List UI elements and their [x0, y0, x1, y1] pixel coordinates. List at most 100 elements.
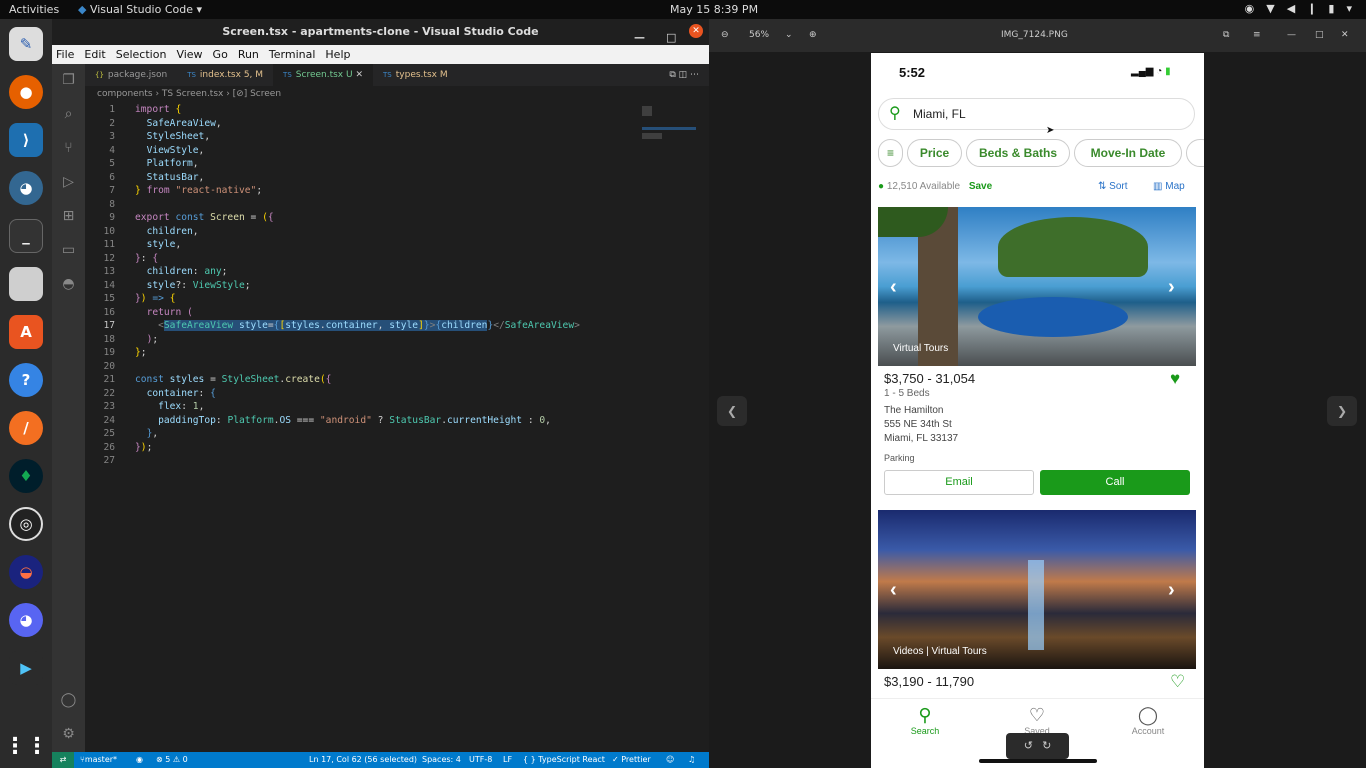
menu-edit[interactable]: Edit — [84, 45, 105, 64]
favorite-heart-icon[interactable]: ♥ — [1170, 369, 1180, 389]
volume-icon[interactable]: ◀ — [1287, 2, 1295, 15]
activities-button[interactable]: Activities — [9, 3, 59, 16]
docker-icon[interactable]: ◓ — [60, 276, 77, 293]
previous-image-icon[interactable]: ❮ — [717, 396, 747, 426]
menu-go[interactable]: Go — [213, 45, 228, 64]
encoding[interactable]: UTF-8 — [469, 752, 492, 768]
search-bar[interactable]: ⚲ Miami, FL — [878, 98, 1195, 130]
favorite-heart-outline-icon[interactable]: ♡ — [1170, 672, 1185, 692]
menu-selection[interactable]: Selection — [116, 45, 167, 64]
explorer-icon[interactable]: ❐ — [60, 72, 77, 89]
help-icon[interactable]: ? — [9, 363, 43, 397]
zoom-in-icon[interactable]: ⊕ — [809, 30, 817, 40]
live-share-icon[interactable]: ◉ — [136, 752, 143, 768]
problems-indicator[interactable]: ⊗ 5 ⚠ 0 — [156, 752, 188, 768]
tab-types-tsx[interactable]: TS types.tsx M — [373, 64, 458, 86]
show-applications-icon[interactable]: ⋮⋮ — [4, 729, 48, 763]
search-icon[interactable]: ⌕ — [60, 106, 77, 123]
postgres-icon[interactable]: ◕ — [9, 171, 43, 205]
postman-icon[interactable]: / — [9, 411, 43, 445]
call-button[interactable]: Call — [1040, 470, 1190, 495]
filters-button[interactable]: ≡ — [878, 139, 903, 167]
mongodb-compass-icon[interactable]: ♦ — [9, 459, 43, 493]
remote-icon[interactable]: ⇄ — [52, 752, 74, 768]
menu-terminal[interactable]: Terminal — [269, 45, 316, 64]
system-tray[interactable]: ◉ ▼ ◀ ❙ ▮ ▾ — [1245, 2, 1352, 15]
zoom-out-icon[interactable]: ⊖ — [721, 30, 729, 40]
maximize-icon[interactable]: □ — [666, 25, 676, 51]
breadcrumb[interactable]: components › TS Screen.tsx › [⊘] Screen — [85, 86, 709, 103]
editor-actions[interactable]: ⧉ ◫ ⋯ — [659, 64, 709, 86]
listing-card[interactable]: ‹ › Virtual Tours $3,750 - 31,054 ♥ 1 - … — [878, 207, 1196, 503]
close-icon[interactable]: ✕ — [689, 24, 703, 38]
branch-indicator[interactable]: ⑂ master* — [80, 752, 117, 768]
tab-package-json[interactable]: {} package.json — [85, 64, 177, 86]
end-of-line[interactable]: LF — [503, 752, 512, 768]
battery-icon[interactable]: ▮ — [1328, 2, 1334, 15]
viewer-maximize-icon[interactable]: □ — [1315, 30, 1324, 40]
software-center-icon[interactable]: A — [9, 315, 43, 349]
feedback-icon[interactable]: ☺ — [666, 752, 674, 768]
photo-next-icon[interactable]: › — [1168, 276, 1175, 299]
update-icon[interactable]: ◉ — [1245, 2, 1255, 15]
filter-price[interactable]: Price — [907, 139, 962, 167]
remote-explorer-icon[interactable]: ▭ — [60, 242, 77, 259]
photo-next-icon[interactable]: › — [1168, 579, 1175, 602]
mic-icon[interactable]: ❙ — [1307, 2, 1316, 15]
menu-view[interactable]: View — [176, 45, 202, 64]
minimap[interactable] — [640, 104, 698, 164]
listing-photo[interactable]: ‹ › Virtual Tours — [878, 207, 1196, 366]
listing-card[interactable]: ‹ › Videos | Virtual Tours $3,190 - 11,7… — [878, 510, 1196, 703]
save-search-link[interactable]: Save — [969, 181, 992, 192]
audio-recorder-icon[interactable]: ◒ — [9, 555, 43, 589]
discord-icon[interactable]: ◕ — [9, 603, 43, 637]
vscode-icon[interactable]: ⟩ — [9, 123, 43, 157]
power-icon[interactable]: ▾ — [1346, 2, 1352, 15]
source-control-icon[interactable]: ⑂ — [60, 140, 77, 157]
clock[interactable]: May 15 8:39 PM — [670, 3, 758, 16]
rotate-left-icon[interactable]: ↺ — [1024, 740, 1033, 752]
extensions-icon[interactable]: ⊞ — [60, 208, 77, 225]
tab-search[interactable]: ⚲ Search — [895, 705, 955, 736]
text-editor-icon[interactable]: ✎ — [9, 27, 43, 61]
account-icon[interactable]: ◯ — [60, 692, 77, 709]
mpv-icon[interactable]: ▶ — [9, 651, 43, 685]
language-mode[interactable]: { } TypeScript React — [523, 752, 605, 768]
photo-prev-icon[interactable]: ‹ — [890, 276, 897, 299]
zoom-level[interactable]: 56% — [749, 30, 769, 40]
listing-photo[interactable]: ‹ › Videos | Virtual Tours — [878, 510, 1196, 669]
viewer-close-icon[interactable]: ✕ — [1341, 30, 1349, 40]
filter-beds-baths[interactable]: Beds & Baths — [966, 139, 1070, 167]
viewer-minimize-icon[interactable]: — — [1287, 30, 1296, 40]
tab-screen-tsx[interactable]: TS Screen.tsx U ✕ — [273, 64, 374, 86]
filter-move-in-date[interactable]: Move-In Date — [1074, 139, 1182, 167]
wifi-icon[interactable]: ▼ — [1266, 2, 1274, 15]
firefox-icon[interactable]: ● — [9, 75, 43, 109]
files-icon[interactable] — [9, 267, 43, 301]
photo-prev-icon[interactable]: ‹ — [890, 579, 897, 602]
zoom-dropdown-icon[interactable]: ⌄ — [785, 30, 793, 40]
code-editor[interactable]: 1 2 3 4 5 6 7 8 9 10 11 12 13 14 15 16 17 18 19 20 21 22 23 24 2… — [85, 104, 655, 524]
close-tab-icon[interactable]: ✕ — [355, 70, 363, 80]
rotate-right-icon[interactable]: ↻ — [1042, 740, 1051, 752]
prettier-status[interactable]: ✓ Prettier — [612, 752, 651, 768]
settings-gear-icon[interactable]: ⚙ — [60, 726, 77, 743]
cursor-position[interactable]: Ln 17, Col 62 (56 selected) — [309, 752, 417, 768]
tab-saved[interactable]: ♡ Saved — [1007, 705, 1067, 736]
run-debug-icon[interactable]: ▷ — [60, 174, 77, 191]
notifications-icon[interactable]: ♫ — [688, 752, 695, 768]
sort-button[interactable]: ⇅ Sort — [1098, 181, 1128, 192]
menu-help[interactable]: Help — [325, 45, 350, 64]
menu-run[interactable]: Run — [238, 45, 259, 64]
filter-more[interactable] — [1186, 139, 1204, 167]
terminal-icon[interactable]: _ — [9, 219, 43, 253]
email-button[interactable]: Email — [884, 470, 1034, 495]
viewer-menu-icon[interactable]: ≡ — [1253, 30, 1261, 40]
obs-icon[interactable]: ◎ — [9, 507, 43, 541]
map-button[interactable]: ▥ Map — [1153, 181, 1185, 192]
gallery-icon[interactable]: ⧉ — [1223, 30, 1229, 40]
tab-index-tsx[interactable]: TS index.tsx 5, M — [177, 64, 273, 86]
next-image-icon[interactable]: ❯ — [1327, 396, 1357, 426]
indentation[interactable]: Spaces: 4 — [422, 752, 461, 768]
minimize-icon[interactable]: — — [634, 25, 645, 51]
